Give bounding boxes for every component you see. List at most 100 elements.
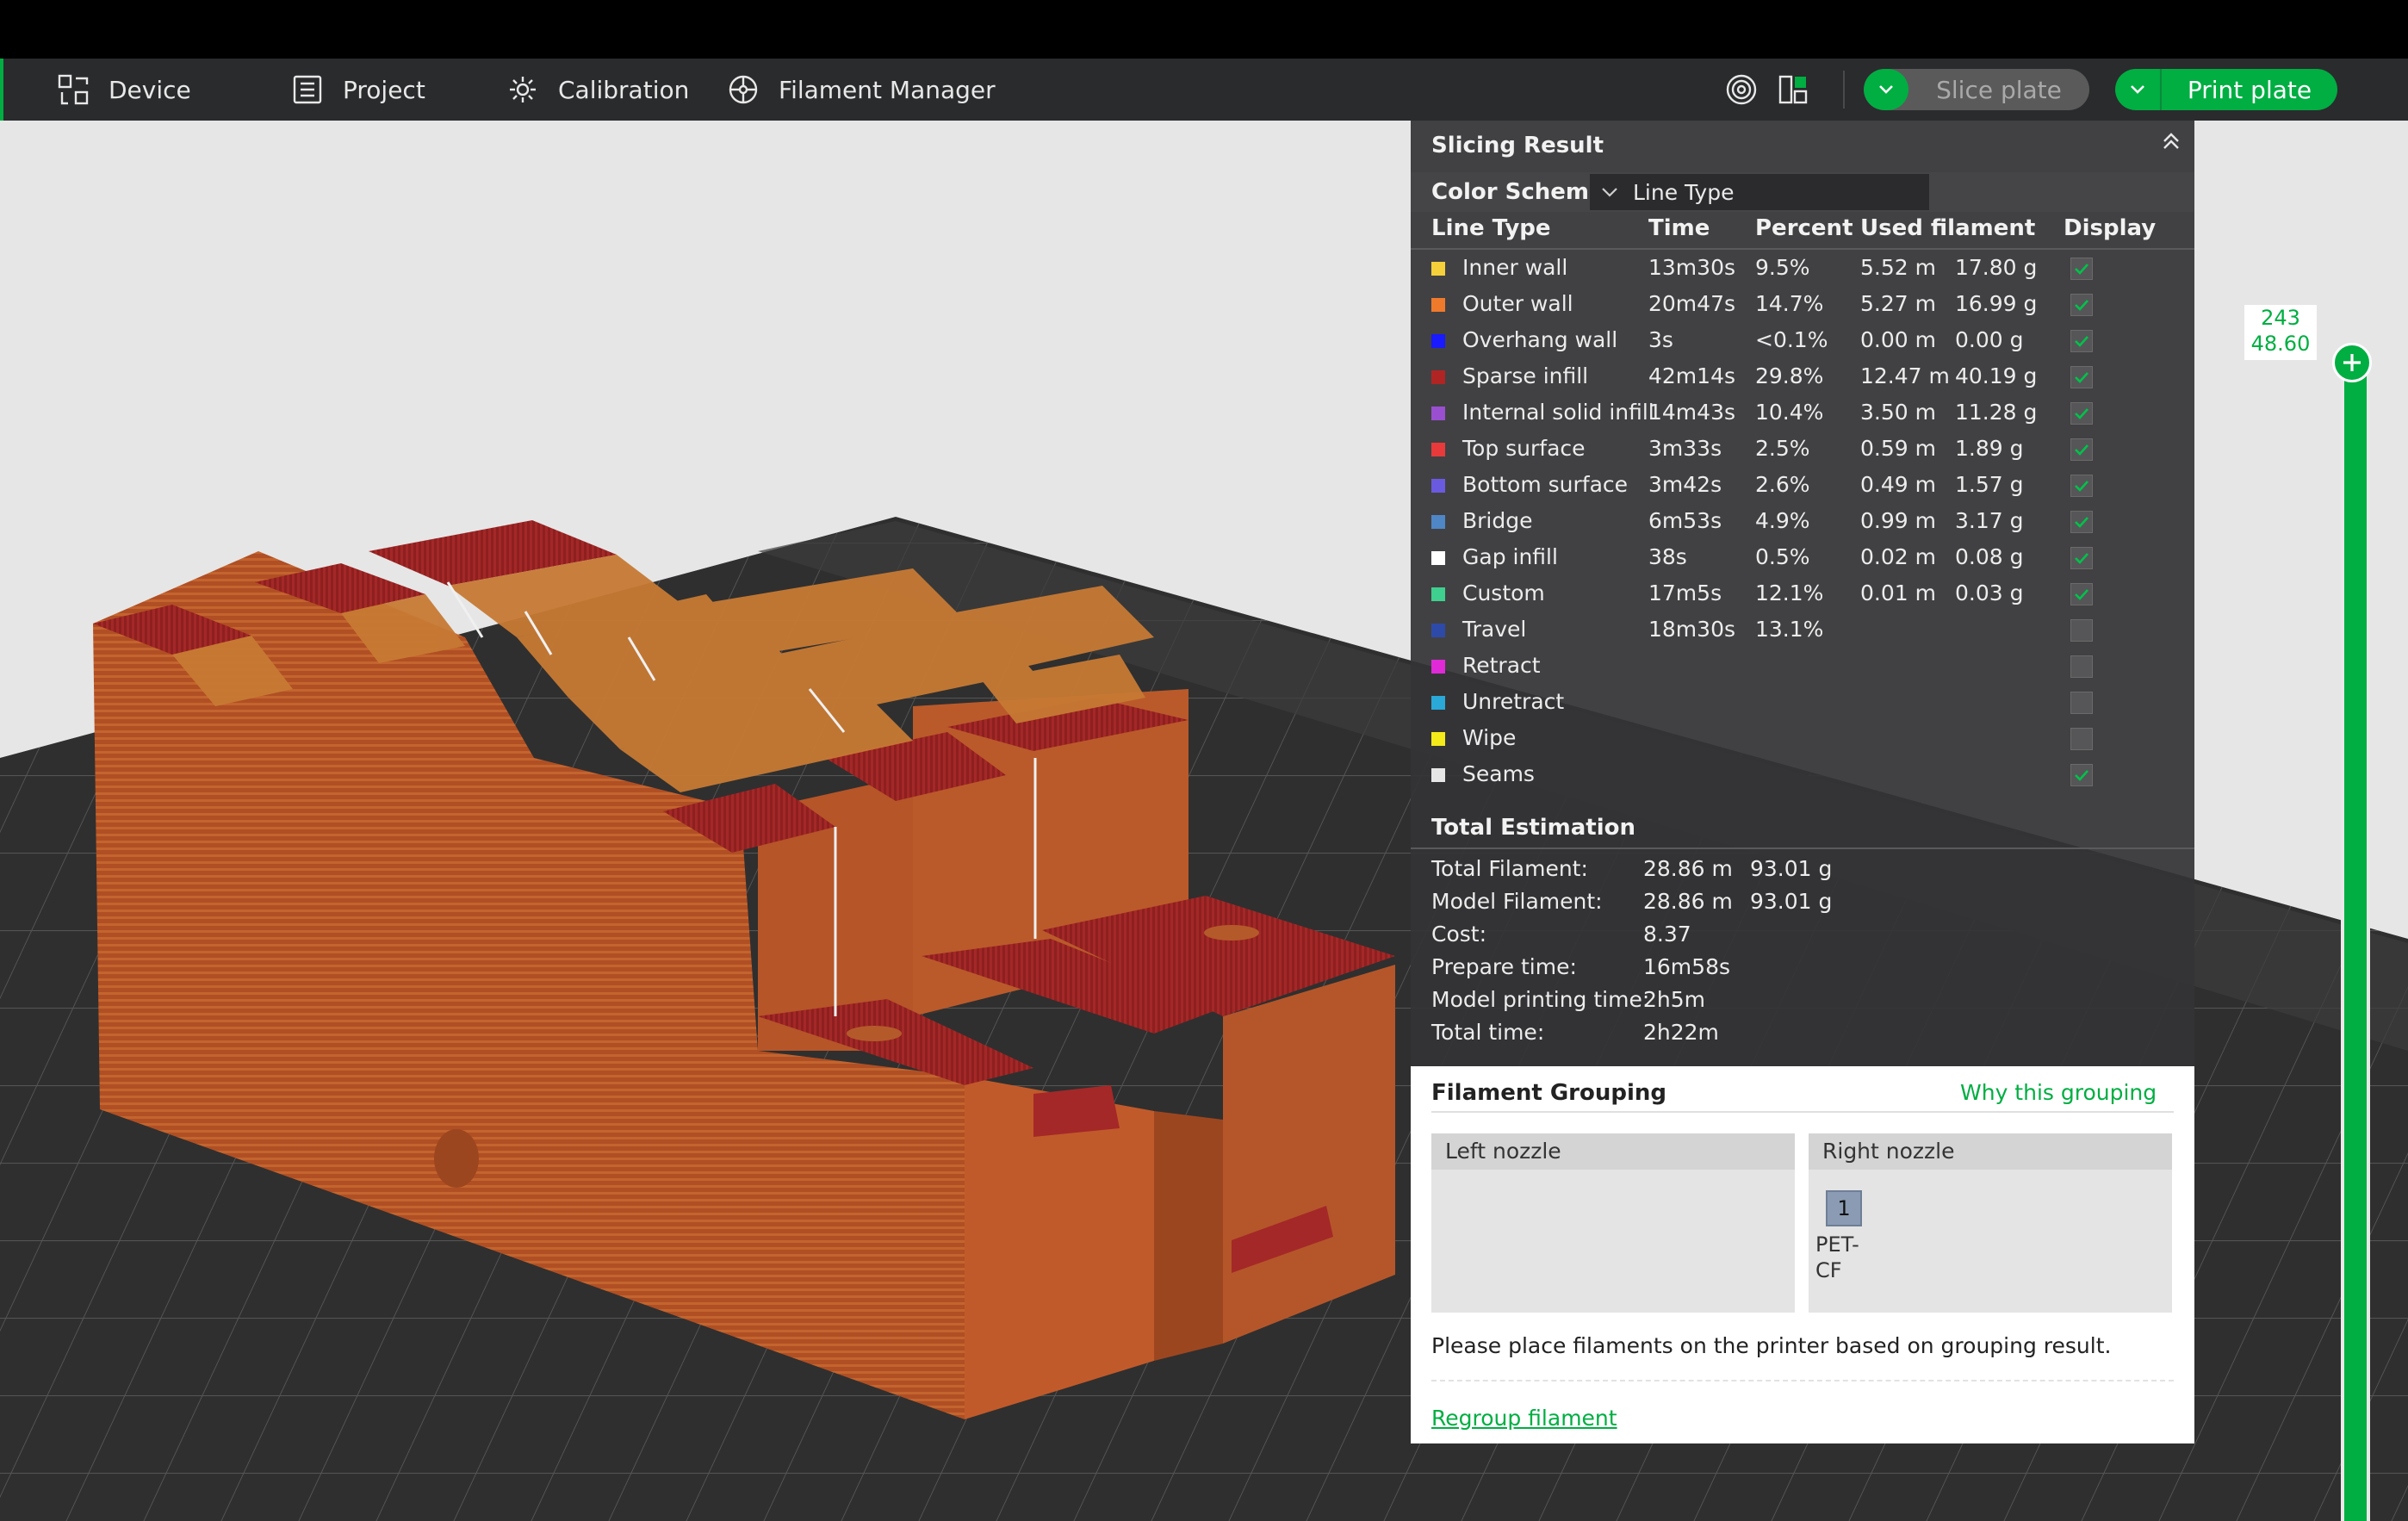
line-type-time: 18m30s [1648,617,1736,642]
multi-plate-icon[interactable] [1776,72,1810,107]
line-type-weight: 0.03 g [1955,580,2024,605]
line-type-percent: 29.8% [1755,363,1824,388]
display-checkbox[interactable] [2070,402,2093,425]
estimation-value: 28.86 m [1643,856,1733,881]
line-type-percent: 0.5% [1755,544,1810,569]
color-scheme-value: Line Type [1633,179,1735,205]
slice-dropdown-toggle[interactable] [1864,69,1908,110]
line-type-name: Overhang wall [1462,327,1618,352]
line-type-time: 20m47s [1648,291,1736,316]
display-checkbox[interactable] [2070,475,2093,497]
display-checkbox[interactable] [2070,511,2093,533]
instructions-divider [1431,1380,2174,1381]
line-type-name: Outer wall [1462,291,1573,316]
checkmark-icon [2075,336,2088,347]
estimation-label: Total time: [1431,1020,1545,1045]
grouping-instructions: Please place filaments on the printer ba… [1431,1333,2112,1358]
slice-plate-button[interactable]: Slice plate [1864,69,2089,110]
line-type-length: 0.59 m [1860,436,1936,461]
display-checkbox[interactable] [2070,258,2093,280]
display-checkbox[interactable] [2070,583,2093,605]
estimation-label: Model Filament: [1431,889,1603,914]
top-toolbar: Device Project Calibration Filament Mana… [0,59,2408,121]
line-type-time: 3s [1648,327,1673,352]
line-type-percent: 4.9% [1755,508,1810,533]
filament-chip[interactable]: 1 [1826,1190,1862,1226]
plus-icon [2343,354,2361,371]
slicing-result-title: Slicing Result [1431,133,1604,158]
display-checkbox[interactable] [2070,728,2093,750]
total-estimation-title: Total Estimation [1431,815,1636,841]
filament-spool-icon [729,75,758,104]
right-nozzle-box[interactable]: Right nozzle 1 PET-CF [1809,1133,2172,1313]
color-scheme-label: Color Scheme [1431,179,1604,205]
color-swatch [1431,262,1445,276]
estimation-value-2: 93.01 g [1750,889,1833,914]
view-layers-icon[interactable] [1724,72,1759,107]
table-row: Bridge 6m53s 4.9% 0.99 m 3.17 g [1411,503,2194,539]
layer-slider-handle[interactable] [2332,343,2372,382]
display-checkbox[interactable] [2070,619,2093,642]
table-row: Top surface 3m33s 2.5% 0.59 m 1.89 g [1411,431,2194,467]
line-type-name: Retract [1462,653,1541,678]
line-type-length: 0.01 m [1860,580,1936,605]
line-type-percent: 12.1% [1755,580,1824,605]
line-type-percent: 10.4% [1755,400,1824,425]
display-checkbox[interactable] [2070,330,2093,352]
line-type-name: Inner wall [1462,255,1568,280]
line-type-percent: 9.5% [1755,255,1810,280]
line-type-time: 17m5s [1648,580,1722,605]
estimation-value-2: 93.01 g [1750,856,1833,881]
table-row: Gap infill 38s 0.5% 0.02 m 0.08 g [1411,539,2194,575]
print-plate-button[interactable]: Print plate [2115,69,2337,110]
color-swatch [1431,407,1445,420]
line-type-name: Wipe [1462,725,1517,750]
color-swatch [1431,551,1445,565]
display-checkbox[interactable] [2070,547,2093,569]
table-row: Retract [1411,648,2194,684]
checkmark-icon [2075,264,2088,275]
left-nozzle-box[interactable]: Left nozzle [1431,1133,1795,1313]
line-type-weight: 16.99 g [1955,291,2038,316]
line-type-length: 0.02 m [1860,544,1936,569]
layer-height: 48.60 [2250,332,2311,356]
line-type-weight: 1.89 g [1955,436,2024,461]
filament-manager-tab[interactable]: Filament Manager [727,59,996,121]
estimation-divider [1411,847,2194,849]
display-checkbox[interactable] [2070,438,2093,461]
calibration-tab[interactable]: Calibration [506,59,689,121]
layer-slider-track[interactable] [2341,360,2370,1521]
why-grouping-link[interactable]: Why this grouping [1960,1080,2157,1105]
color-scheme-select[interactable]: Line Type [1590,174,1929,210]
checkmark-icon [2075,481,2088,492]
line-type-length: 5.52 m [1860,255,1936,280]
line-type-name: Sparse infill [1462,363,1589,388]
display-checkbox[interactable] [2070,692,2093,714]
project-tab[interactable]: Project [291,59,425,121]
estimation-label: Cost: [1431,922,1487,947]
project-icon [293,75,322,104]
layer-number: 243 [2261,306,2300,330]
estimation-label: Model printing time: [1431,987,1650,1012]
chevron-up-icon[interactable] [2158,129,2184,155]
estimation-value: 2h22m [1643,1020,1719,1045]
line-type-time: 6m53s [1648,508,1722,533]
display-checkbox[interactable] [2070,764,2093,786]
display-checkbox[interactable] [2070,366,2093,388]
slicing-result-panel: Slicing Result Color Scheme Line Type Li… [1411,121,2194,1066]
project-tab-label: Project [343,75,425,104]
estimation-label: Total Filament: [1431,856,1588,881]
display-checkbox[interactable] [2070,294,2093,316]
print-dropdown-toggle[interactable] [2115,69,2162,110]
display-checkbox[interactable] [2070,655,2093,678]
table-row: Unretract [1411,684,2194,720]
line-type-name: Seams [1462,761,1535,786]
checkmark-icon [2075,444,2088,456]
device-tab[interactable]: Device [57,59,191,121]
toolbar-separator [1843,71,1845,109]
regroup-filament-link[interactable]: Regroup filament [1431,1406,1617,1431]
checkmark-icon [2075,408,2088,419]
col-line-type: Line Type [1431,215,1551,241]
line-type-name: Bottom surface [1462,472,1629,497]
layer-slider-tooltip: 243 48.60 [2243,303,2318,362]
